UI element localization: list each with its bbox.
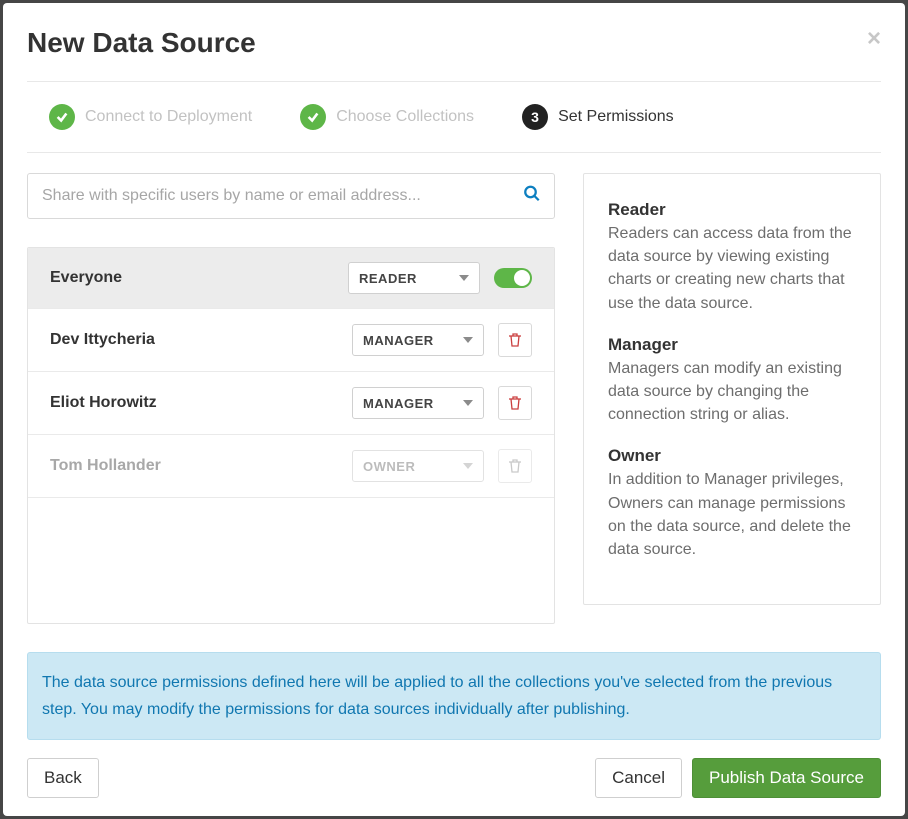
step-collections: Choose Collections	[300, 104, 474, 130]
chevron-down-icon	[459, 275, 469, 281]
role-value: MANAGER	[363, 333, 434, 348]
permission-name: Dev Ittycheria	[50, 331, 338, 349]
everyone-toggle[interactable]	[494, 268, 532, 288]
permission-row: Tom Hollander OWNER	[28, 435, 554, 498]
modal-footer: Back Cancel Publish Data Source	[27, 758, 881, 798]
role-desc: In addition to Manager privileges, Owner…	[608, 468, 856, 561]
chevron-down-icon	[463, 337, 473, 343]
role-title: Reader	[608, 200, 856, 220]
role-select[interactable]: READER	[348, 262, 480, 294]
back-button[interactable]: Back	[27, 758, 99, 798]
step-number-icon: 3	[522, 104, 548, 130]
search-icon[interactable]	[523, 185, 541, 208]
permission-row: Dev Ittycheria MANAGER	[28, 309, 554, 372]
permission-row-everyone: Everyone READER	[28, 248, 554, 309]
checkmark-icon	[49, 104, 75, 130]
role-select[interactable]: MANAGER	[352, 387, 484, 419]
permission-name: Tom Hollander	[50, 457, 338, 475]
modal-header: New Data Source ×	[27, 27, 881, 82]
role-select: OWNER	[352, 450, 484, 482]
permission-name: Everyone	[50, 269, 334, 287]
step-label: Set Permissions	[558, 108, 674, 126]
role-desc: Managers can modify an existing data sou…	[608, 357, 856, 427]
new-data-source-modal: New Data Source × Connect to Deployment …	[3, 3, 905, 816]
checkmark-icon	[300, 104, 326, 130]
permission-name: Eliot Horowitz	[50, 394, 338, 412]
info-banner: The data source permissions defined here…	[27, 652, 881, 740]
close-icon[interactable]: ×	[867, 27, 881, 51]
role-value: OWNER	[363, 459, 415, 474]
wizard-stepper: Connect to Deployment Choose Collections…	[27, 82, 881, 153]
chevron-down-icon	[463, 400, 473, 406]
step-connect: Connect to Deployment	[49, 104, 252, 130]
role-desc: Readers can access data from the data so…	[608, 222, 856, 315]
step-permissions: 3 Set Permissions	[522, 104, 674, 130]
permission-row: Eliot Horowitz MANAGER	[28, 372, 554, 435]
role-title: Owner	[608, 446, 856, 466]
permissions-list[interactable]: Everyone READER Dev Ittycheria MANAGER	[27, 247, 555, 624]
chevron-down-icon	[463, 463, 473, 469]
delete-button[interactable]	[498, 386, 532, 420]
delete-button[interactable]	[498, 323, 532, 357]
cancel-button[interactable]: Cancel	[595, 758, 682, 798]
role-select[interactable]: MANAGER	[352, 324, 484, 356]
role-title: Manager	[608, 335, 856, 355]
search-input[interactable]	[27, 173, 555, 219]
modal-title: New Data Source	[27, 27, 256, 59]
publish-button[interactable]: Publish Data Source	[692, 758, 881, 798]
step-label: Choose Collections	[336, 108, 474, 126]
role-value: MANAGER	[363, 396, 434, 411]
delete-button	[498, 449, 532, 483]
step-label: Connect to Deployment	[85, 108, 252, 126]
user-search	[27, 173, 555, 219]
roles-help-panel: Reader Readers can access data from the …	[583, 173, 881, 605]
role-value: READER	[359, 271, 417, 286]
